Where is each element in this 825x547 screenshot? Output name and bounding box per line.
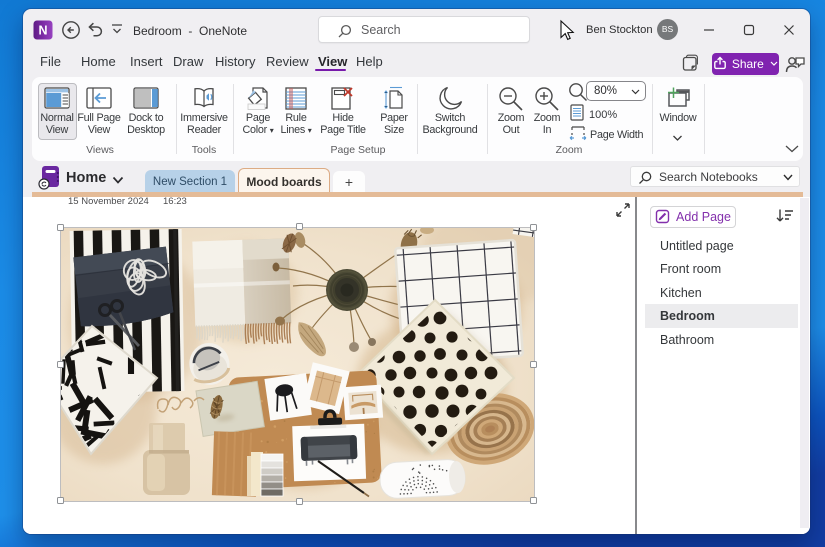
svg-text:N: N bbox=[38, 24, 47, 38]
